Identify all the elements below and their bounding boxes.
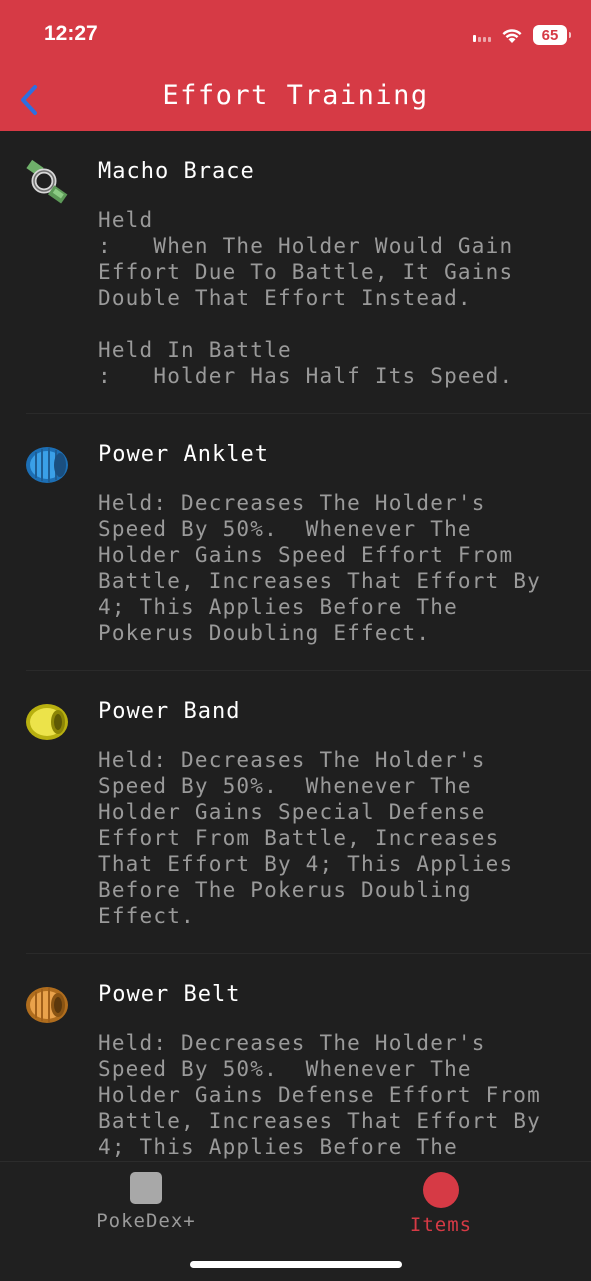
item-name: Power Band (98, 699, 241, 724)
signal-icon (473, 28, 491, 42)
tab-items[interactable]: Items (361, 1172, 521, 1236)
item-name: Macho Brace (98, 159, 255, 184)
macho-brace-icon (26, 159, 68, 204)
status-icons: 65 (473, 22, 571, 48)
page-title: Effort Training (162, 80, 429, 111)
item-name: Power Belt (98, 982, 241, 1007)
tab-label: Items (409, 1214, 473, 1236)
list-item[interactable]: Power Band Held: Decreases The Holder's … (26, 671, 591, 954)
items-tab-icon (423, 1172, 459, 1208)
power-anklet-icon (26, 447, 68, 483)
item-description: Held: Decreases The Holder's Speed By 50… (98, 1031, 541, 1159)
home-indicator[interactable] (190, 1261, 402, 1268)
pokedex-tab-icon (130, 1172, 162, 1204)
nav-header: 12:27 65 Effort Training (0, 0, 591, 131)
battery-icon: 65 (533, 25, 571, 45)
item-description: Held In Battle : Holder Has Half Its Spe… (98, 338, 514, 388)
item-description: Held : When The Holder Would Gain Effort… (98, 208, 514, 310)
list-item[interactable]: Macho Brace Held : When The Holder Would… (26, 131, 591, 414)
status-time: 12:27 (44, 22, 98, 45)
power-band-icon (26, 704, 68, 740)
wifi-icon (502, 28, 522, 43)
list-item[interactable]: Power Belt Held: Decreases The Holder's … (26, 954, 591, 1161)
item-name: Power Anklet (98, 442, 269, 467)
item-description: Held: Decreases The Holder's Speed By 50… (98, 491, 541, 645)
power-belt-icon (26, 987, 68, 1023)
list-item[interactable]: Power Anklet Held: Decreases The Holder'… (26, 414, 591, 671)
tab-label: PokeDex+ (96, 1210, 196, 1232)
tab-pokedex[interactable]: PokeDex+ (66, 1172, 226, 1232)
item-list[interactable]: Macho Brace Held : When The Holder Would… (0, 131, 591, 1161)
item-description: Held: Decreases The Holder's Speed By 50… (98, 748, 514, 928)
